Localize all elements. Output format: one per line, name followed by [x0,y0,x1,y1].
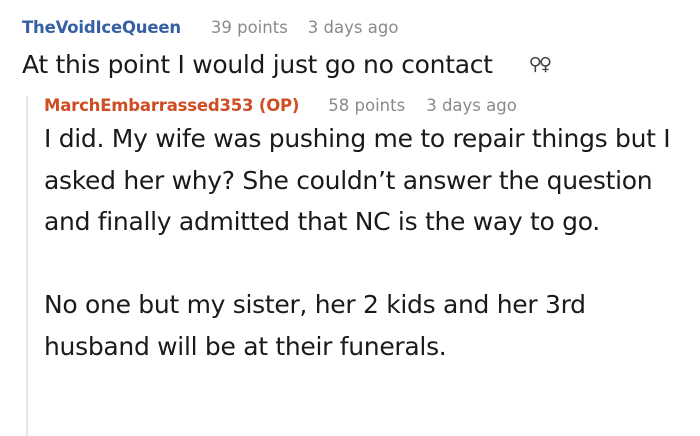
gender-symbol-icon: ⚲♀ [528,54,552,75]
comment-body: I did. My wife was pushing me to repair … [44,118,684,367]
comment-points: 39 points [210,18,288,37]
comment-reply: MarchEmbarrassed353 (OP) 58 points 3 day… [26,96,698,436]
comment-body: At this point I would just go no contact… [22,44,692,86]
comment-text: At this point I would just go no contact [22,50,493,79]
comment-author-link-op[interactable]: MarchEmbarrassed353 (OP) [44,96,299,115]
comment-paragraph: I did. My wife was pushing me to repair … [44,124,671,236]
comment-timestamp[interactable]: 3 days ago [426,96,517,115]
comment-author-link[interactable]: TheVoidIceQueen [22,18,181,37]
comment-paragraph: No one but my sister, her 2 kids and her… [44,290,586,361]
comment-meta: MarchEmbarrassed353 (OP) 58 points 3 day… [44,96,698,115]
comment-timestamp[interactable]: 3 days ago [308,18,399,37]
comment-top-level: TheVoidIceQueen 39 points 3 days ago At … [22,18,692,86]
comment-points: 58 points [328,96,406,115]
comment-meta: TheVoidIceQueen 39 points 3 days ago [22,18,692,37]
